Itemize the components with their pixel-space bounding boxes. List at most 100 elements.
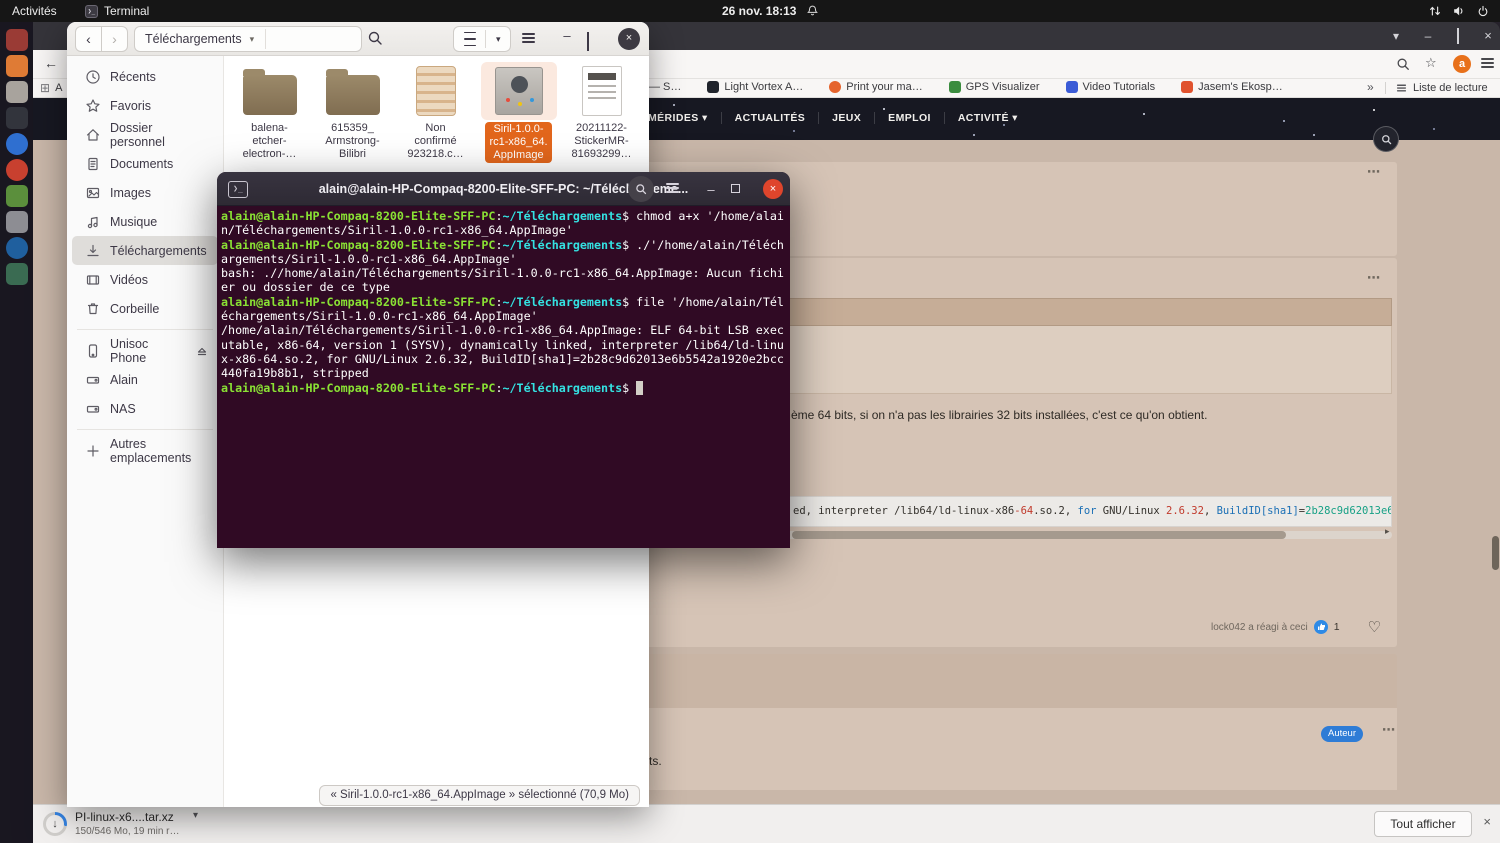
terminal-line: alain@alain-HP-Compaq-8200-Elite-SFF-PC:…: [221, 238, 786, 252]
notification-bell-icon[interactable]: [806, 4, 819, 22]
download-expand-icon[interactable]: ▾: [193, 810, 198, 821]
view-options-caret-icon[interactable]: ▾: [486, 34, 510, 45]
bookmarks-overflow-button[interactable]: »: [1367, 80, 1374, 94]
sidebar-item-nas[interactable]: NAS: [72, 394, 218, 423]
sidebar-item-dossier-personnel[interactable]: Dossier personnel: [72, 120, 218, 149]
dock-app-icon[interactable]: [6, 55, 28, 77]
system-status-area[interactable]: [1428, 4, 1490, 22]
focused-app-menu[interactable]: ❯_ Terminal: [85, 0, 149, 22]
maximize-button[interactable]: [731, 184, 740, 193]
close-downloadbar-button[interactable]: ×: [1483, 814, 1491, 829]
nav-link[interactable]: ACTUALITÉS: [721, 112, 819, 124]
bookmark-item[interactable]: ⊞ A: [40, 81, 62, 95]
account-avatar[interactable]: a: [1453, 55, 1471, 73]
forum-search-button[interactable]: [1373, 126, 1399, 152]
file-item[interactable]: 615359_Armstrong-Bilibri: [311, 62, 394, 163]
sidebar-item-alain[interactable]: Alain: [72, 365, 218, 394]
bookmark-item[interactable]: — S…: [649, 81, 681, 93]
dock-app-icon[interactable]: [6, 211, 28, 233]
dock-app-icon[interactable]: [6, 159, 28, 181]
list-view-icon[interactable]: [454, 29, 485, 48]
minimize-button[interactable]: –: [1419, 27, 1437, 45]
search-button[interactable]: [628, 176, 654, 202]
post-options-icon[interactable]: ⋯: [1382, 722, 1396, 738]
sidebar-item-videos[interactable]: Vidéos: [72, 265, 218, 294]
nav-link[interactable]: JEUX: [818, 112, 874, 124]
menu-icon[interactable]: [1481, 56, 1494, 70]
post-options-icon[interactable]: ⋯: [1367, 270, 1381, 286]
sidebar-item-corbeille[interactable]: Corbeille: [72, 294, 218, 323]
bookmark-label: — S…: [649, 81, 681, 93]
nav-link[interactable]: MÉRIDES ▾: [648, 112, 721, 124]
hamburger-menu-button[interactable]: [666, 181, 679, 195]
bookmark-item[interactable]: Print your ma…: [829, 81, 922, 93]
sidebar-item-recents[interactable]: Récents: [72, 62, 218, 91]
sidebar-item-unisoc-phone[interactable]: Unisoc Phone: [72, 336, 218, 365]
bookmark-item[interactable]: Light Vortex A…: [707, 81, 803, 93]
back-button[interactable]: ←: [44, 55, 58, 71]
nav-link[interactable]: EMPLOI: [874, 112, 944, 124]
minimize-button[interactable]: –: [702, 180, 720, 198]
file-item[interactable]: Nonconfirmé923218.c…: [394, 62, 477, 163]
view-toggle-group[interactable]: ▾: [453, 26, 511, 52]
maximize-icon: [1457, 28, 1459, 44]
maximize-button[interactable]: [587, 33, 589, 51]
sidebar-item-autres-emplacements[interactable]: Autres emplacements: [72, 436, 218, 465]
tab-list-button[interactable]: ▾: [1387, 27, 1405, 45]
dock-app-icon[interactable]: [6, 185, 28, 207]
terminal-output[interactable]: alain@alain-HP-Compaq-8200-Elite-SFF-PC:…: [217, 206, 790, 548]
eject-icon[interactable]: [194, 343, 210, 359]
back-button[interactable]: ‹: [75, 26, 102, 52]
zoom-icon[interactable]: [1396, 57, 1410, 71]
divider: [265, 29, 266, 49]
scroll-right-icon[interactable]: ▸: [1385, 526, 1390, 537]
minimize-button[interactable]: –: [557, 28, 577, 50]
divider: [1385, 82, 1386, 94]
dock-app-icon[interactable]: [6, 237, 28, 259]
code-line: ed, interpreter /lib64/ld-linux-x86-64.s…: [793, 505, 1392, 517]
show-all-downloads-button[interactable]: Tout afficher: [1374, 811, 1472, 837]
reaction-row: lock042 a réagi à ceci 1 ♡: [1211, 618, 1381, 636]
heart-icon[interactable]: ♡: [1368, 618, 1381, 636]
bookmark-item[interactable]: Jasem's Ekosp…: [1181, 81, 1283, 93]
bookmark-item[interactable]: Video Tutorials: [1066, 81, 1156, 93]
bookmark-star-button[interactable]: ☆: [1425, 55, 1437, 71]
nav-link[interactable]: ACTIVITÉ ▾: [944, 112, 1031, 124]
sidebar-item-favoris[interactable]: Favoris: [72, 91, 218, 120]
sidebar-item-images[interactable]: Images: [72, 178, 218, 207]
path-bar[interactable]: Téléchargements ▾: [134, 26, 362, 52]
dock-app-icon[interactable]: [6, 81, 28, 103]
sidebar-item-telechargements[interactable]: Téléchargements: [72, 236, 218, 265]
close-button[interactable]: ×: [1479, 27, 1497, 45]
like-badge-icon[interactable]: [1314, 620, 1328, 634]
file-item[interactable]: 20211122-StickerMR-81693299…: [560, 62, 643, 163]
terminal-line: er ou dossier de ce type: [221, 280, 786, 294]
download-filename[interactable]: PI-linux-x6....tar.xz: [75, 810, 174, 824]
close-button[interactable]: ×: [618, 28, 640, 50]
bookmark-favicon-icon: [707, 81, 719, 93]
bookmark-item[interactable]: GPS Visualizer: [949, 81, 1040, 93]
sidebar-item-musique[interactable]: Musique: [72, 207, 218, 236]
post-options-icon[interactable]: ⋯: [1367, 164, 1381, 180]
file-item[interactable]: balena-etcher-electron-…: [228, 62, 311, 163]
trash-icon: [85, 301, 101, 317]
close-button[interactable]: ×: [763, 179, 783, 199]
page-scrollbar-thumb[interactable]: [1492, 536, 1499, 570]
file-item[interactable]: Siril-1.0.0-rc1-x86_64.AppImage: [477, 62, 560, 163]
dock-app-icon[interactable]: [6, 29, 28, 51]
activities-button[interactable]: Activités: [12, 0, 57, 22]
sidebar-item-label: Récents: [110, 70, 156, 84]
download-progress-icon[interactable]: ↓: [43, 812, 67, 836]
plus-icon: [85, 443, 101, 459]
dock-app-icon[interactable]: [6, 107, 28, 129]
forward-button[interactable]: ›: [101, 26, 128, 52]
scrollbar-thumb[interactable]: [792, 531, 1286, 539]
dock-app-icon[interactable]: [6, 263, 28, 285]
hamburger-menu-button[interactable]: [522, 31, 535, 45]
clock[interactable]: 26 nov. 18:13: [722, 0, 796, 22]
maximize-button[interactable]: [1449, 27, 1467, 45]
dock-app-icon[interactable]: [6, 133, 28, 155]
sidebar-item-documents[interactable]: Documents: [72, 149, 218, 178]
reading-list-button[interactable]: Liste de lecture: [1395, 81, 1488, 95]
search-button[interactable]: [367, 30, 383, 46]
